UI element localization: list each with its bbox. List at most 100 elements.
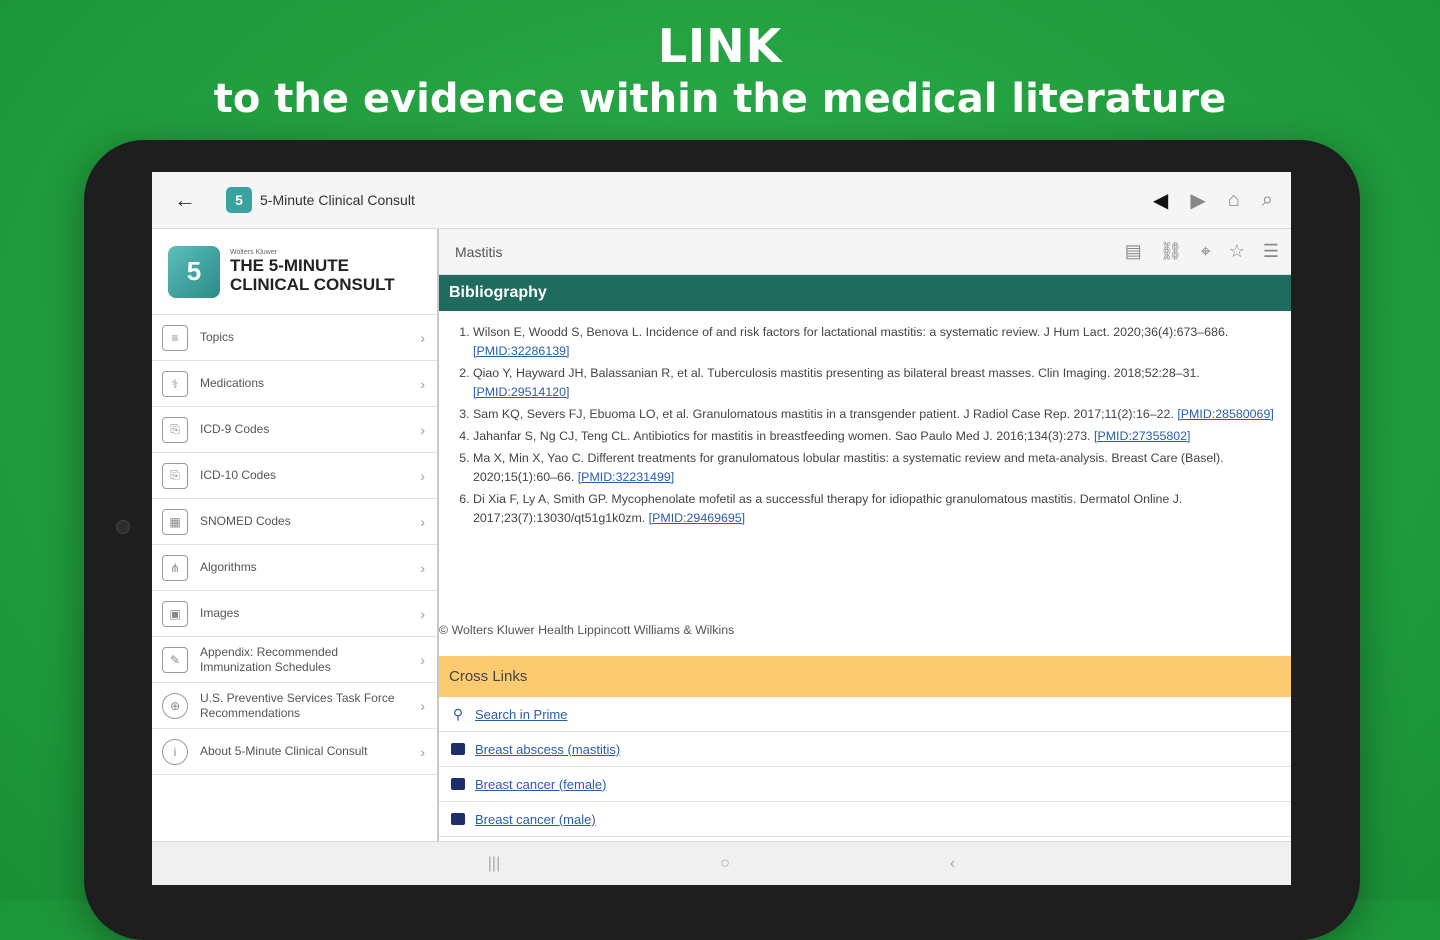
sidebar-item-label: About 5-Minute Clinical Consult — [200, 744, 368, 758]
cross-link-item[interactable]: ⚲ Search in Prime — [439, 697, 1291, 732]
cross-link-label[interactable]: Breast cancer (male) — [475, 812, 596, 827]
promo-headline: LINK — [657, 19, 783, 73]
sidebar-item-label: SNOMED Codes — [200, 514, 291, 528]
sidebar-item-icon: i — [162, 738, 188, 765]
sidebar-item[interactable]: ▦ SNOMED Codes › — [152, 499, 437, 545]
brand-logo-icon: 5 — [168, 245, 220, 298]
chevron-right-icon: › — [420, 697, 425, 714]
pmid-link[interactable]: [PMID:27355802] — [1094, 429, 1190, 443]
app-bar: ← 5 5-Minute Clinical Consult ◀ ▶ ⌂ ⌕ — [152, 172, 1291, 229]
sidebar-item[interactable]: ⊕ U.S. Preventive Services Task Force Rec… — [152, 683, 437, 729]
sidebar-item-label: ICD-9 Codes — [200, 422, 270, 436]
sidebar-item[interactable]: i About 5-Minute Clinical Consult › — [152, 729, 437, 775]
favorite-star-icon[interactable]: ☆ — [1229, 241, 1245, 262]
notes-icon[interactable]: ▤ — [1125, 241, 1142, 262]
promo-subheadline: to the evidence within the medical liter… — [213, 76, 1227, 122]
sidebar-item-label: Appendix: Recommended Immunization Sched… — [200, 644, 339, 674]
pmid-link[interactable]: [PMID:32231499] — [578, 470, 674, 484]
sidebar-item-label: Images — [200, 606, 240, 620]
sidebar-item-label: ICD-10 Codes — [200, 468, 277, 482]
topic-bar: Mastitis ▤ ⛓ ⌖ ☆ ☰ — [439, 229, 1291, 275]
sidebar-nav: ≡ Topics › ⚕ Medications › ⎘ ICD-9 Codes › ⎘ ICD-1… — [152, 315, 437, 775]
sidebar-item-icon: ⚕ — [162, 370, 188, 397]
back-arrow-icon[interactable]: ← — [160, 187, 210, 213]
cross-link-item[interactable]: Breast cancer (male) — [439, 802, 1291, 837]
reference-item: Ma X, Min X, Yao C. Different treatments… — [473, 449, 1277, 487]
pmid-link[interactable]: [PMID:32286139] — [473, 344, 569, 358]
topic-tools: ▤ ⛓ ⌖ ☆ ☰ — [1125, 241, 1279, 262]
chevron-right-icon: › — [420, 467, 425, 484]
reference-item: Di Xia F, Ly A, Smith GP. Mycophenolate … — [473, 490, 1277, 528]
book-icon — [451, 778, 465, 790]
camera-icon — [116, 520, 130, 534]
search-icon[interactable]: ⌕ — [1262, 189, 1273, 212]
reference-item: Qiao Y, Hayward JH, Balassanian R, et al… — [473, 364, 1277, 402]
next-page-icon[interactable]: ▶ — [1190, 188, 1205, 213]
sidebar-item-label: U.S. Preventive Services Task Force Reco… — [200, 690, 395, 720]
cross-link-label[interactable]: Breast abscess (mastitis) — [475, 742, 620, 757]
sidebar-item[interactable]: ▣ Images › — [152, 591, 437, 637]
sidebar-item-icon: ✎ — [162, 646, 188, 673]
reference-text: Qiao Y, Hayward JH, Balassanian R, et al… — [473, 366, 1200, 380]
pmid-link[interactable]: [PMID:29514120] — [473, 385, 569, 399]
chevron-right-icon: › — [420, 559, 425, 576]
reference-item: Wilson E, Woodd S, Benova L. Incidence o… — [473, 323, 1277, 361]
sidebar-item-icon: ▦ — [162, 508, 188, 535]
chevron-right-icon: › — [420, 329, 425, 346]
bibliography-header: Bibliography — [439, 275, 1291, 311]
sidebar-item[interactable]: ✎ Appendix: Recommended Immunization Sche… — [152, 637, 437, 683]
home-icon[interactable]: ⌂ — [1228, 189, 1240, 212]
promo-header: LINK to the evidence within the medical … — [0, 18, 1440, 124]
cross-links-header: Cross Links — [439, 656, 1291, 697]
previous-page-icon[interactable]: ◀ — [1153, 188, 1168, 213]
system-back-icon[interactable]: ‹ — [950, 855, 955, 873]
recents-icon[interactable]: ||| — [488, 855, 500, 873]
reference-list: Wilson E, Woodd S, Benova L. Incidence o… — [439, 311, 1291, 528]
sidebar-item-label: Medications — [200, 376, 265, 390]
home-button-icon[interactable]: ○ — [720, 855, 730, 873]
sidebar-item[interactable]: ⋔ Algorithms › — [152, 545, 437, 591]
topic-title: Mastitis — [455, 243, 503, 260]
chevron-right-icon: › — [420, 421, 425, 438]
cross-link-item[interactable]: Breast abscess (mastitis) — [439, 732, 1291, 767]
search-prime-icon: ⚲ — [452, 705, 464, 722]
link-icon[interactable]: ⛓ — [1160, 241, 1183, 262]
system-navigation-bar: ||| ○ ‹ — [152, 841, 1291, 885]
sidebar-item[interactable]: ⎘ ICD-9 Codes › — [152, 407, 437, 453]
chevron-right-icon: › — [420, 651, 425, 668]
book-icon — [451, 743, 465, 755]
chevron-right-icon: › — [420, 375, 425, 392]
pmid-link[interactable]: [PMID:28580069] — [1177, 407, 1273, 421]
sidebar-item[interactable]: ⎘ ICD-10 Codes › — [152, 453, 437, 499]
sidebar-item-icon: ≡ — [162, 324, 188, 351]
chevron-right-icon: › — [420, 513, 425, 530]
reference-text: Di Xia F, Ly A, Smith GP. Mycophenolate … — [473, 492, 1183, 525]
copyright-notice: © Wolters Kluwer Health Lippincott Willi… — [439, 623, 735, 637]
cross-link-label[interactable]: Search in Prime — [475, 707, 567, 722]
chevron-right-icon: › — [420, 743, 425, 760]
sidebar-item-icon: ⋔ — [162, 554, 188, 581]
chevron-right-icon: › — [420, 605, 425, 622]
sidebar-item-icon: ⊕ — [162, 692, 188, 719]
brand-block: 5 Wolters Kluwer THE 5-MINUTE CLINICAL C… — [152, 229, 437, 315]
tag-icon[interactable]: ⌖ — [1201, 241, 1211, 262]
sidebar-item-icon: ▣ — [162, 600, 188, 627]
outline-menu-icon[interactable]: ☰ — [1263, 241, 1279, 262]
app-logo-icon: 5 — [226, 187, 252, 213]
reference-text: Jahanfar S, Ng CJ, Teng CL. Antibiotics … — [473, 429, 1091, 443]
sidebar-item[interactable]: ≡ Topics › — [152, 315, 437, 361]
book-icon — [451, 813, 465, 825]
sidebar-item-label: Topics — [200, 330, 235, 344]
brand-publisher: Wolters Kluwer — [230, 249, 277, 256]
cross-links-list: ⚲ Search in Prime Breast abscess (mastitis… — [439, 697, 1291, 837]
brand-name: THE 5-MINUTE CLINICAL CONSULT — [230, 256, 395, 294]
cross-link-item[interactable]: Breast cancer (female) — [439, 767, 1291, 802]
sidebar-item-icon: ⎘ — [162, 416, 188, 443]
reference-item: Sam KQ, Severs FJ, Ebuoma LO, et al. Gra… — [473, 405, 1277, 424]
reference-item: Jahanfar S, Ng CJ, Teng CL. Antibiotics … — [473, 427, 1277, 446]
sidebar-item[interactable]: ⚕ Medications › — [152, 361, 437, 407]
app-title: 5-Minute Clinical Consult — [260, 192, 415, 208]
cross-link-label[interactable]: Breast cancer (female) — [475, 777, 607, 792]
app-screen: ← 5 5-Minute Clinical Consult ◀ ▶ ⌂ ⌕ 5 … — [152, 172, 1291, 885]
pmid-link[interactable]: [PMID:29469695] — [649, 511, 745, 525]
